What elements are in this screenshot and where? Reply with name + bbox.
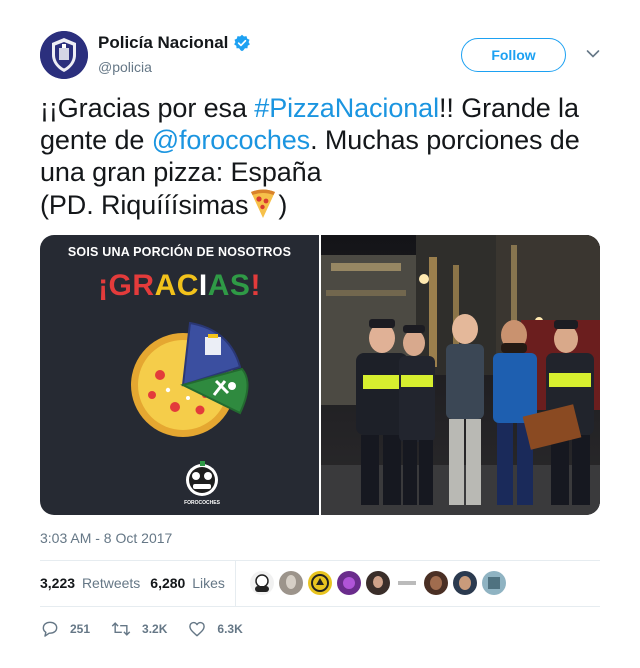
pizza-illustration (131, 321, 249, 496)
retweet-action[interactable]: 3.2K (110, 619, 167, 639)
hashtag-link[interactable]: #PizzaNacional (254, 93, 439, 123)
liker-avatar[interactable] (307, 571, 332, 595)
likes-stat[interactable]: 6,280 Likes (150, 575, 225, 591)
liker-avatar[interactable] (423, 571, 448, 595)
tweet-timestamp[interactable]: 3:03 AM - 8 Oct 2017 (40, 530, 172, 546)
stats-separator (234, 560, 236, 606)
liker-avatar[interactable] (394, 571, 419, 595)
pizza-icon (248, 188, 278, 220)
likes-label: Likes (192, 575, 225, 591)
retweets-stat[interactable]: 3,223 Retweets (40, 575, 140, 591)
retweet-count: 3.2K (142, 622, 168, 636)
liker-avatar[interactable] (249, 571, 274, 595)
like-count: 6.3K (217, 622, 243, 636)
author-name[interactable]: Policía Nacional (98, 33, 228, 53)
group-photo[interactable] (321, 235, 600, 515)
retweets-label: Retweets (81, 575, 141, 591)
liker-avatar[interactable] (365, 571, 390, 595)
tweet-text: ¡¡Gracias por esa #PizzaNacional!! Grand… (40, 92, 610, 221)
reply-count: 251 (70, 622, 91, 636)
media-gallery: SOIS UNA PORCIÓN DE NOSOTROS ¡GRACIAS! F… (40, 235, 600, 515)
reply-icon (42, 621, 58, 637)
tweet-actions: 251 3.2K 6.3K (40, 618, 263, 640)
liker-avatar[interactable] (336, 571, 361, 595)
likes-count: 6,280 (150, 575, 186, 591)
thank-you-graphic[interactable]: SOIS UNA PORCIÓN DE NOSOTROS ¡GRACIAS! F… (40, 235, 319, 515)
liker-avatar[interactable] (481, 571, 506, 595)
liker-avatar[interactable] (278, 571, 303, 595)
liker-avatar[interactable] (452, 571, 477, 595)
verified-badge-icon (233, 34, 251, 52)
retweets-count: 3,223 (40, 575, 76, 591)
tweet-text-prefix: ¡¡Gracias por esa (40, 93, 255, 123)
author-avatar[interactable] (40, 31, 88, 79)
forocoches-badge-text: FOROCOCHES (184, 500, 220, 506)
tweet-text-ps: (PD. Riquííísimas (40, 190, 249, 220)
tweet-header: Policía Nacional @policia Follow (40, 30, 600, 82)
divider-bottom (40, 606, 600, 607)
follow-button[interactable]: Follow (461, 38, 566, 72)
heart-icon (189, 621, 206, 637)
liker-avatars (249, 571, 511, 595)
mention-link[interactable]: @forocoches (152, 125, 310, 155)
tweet-text-ps-close: ) (278, 190, 288, 220)
chevron-down-icon[interactable] (586, 49, 600, 59)
retweet-icon (111, 622, 131, 636)
author-handle[interactable]: @policia (98, 59, 152, 75)
reply-action[interactable]: 251 (40, 619, 90, 639)
tweet-stats: 3,223 Retweets 6,280 Likes (40, 560, 600, 606)
like-action[interactable]: 6.3K (187, 619, 243, 639)
